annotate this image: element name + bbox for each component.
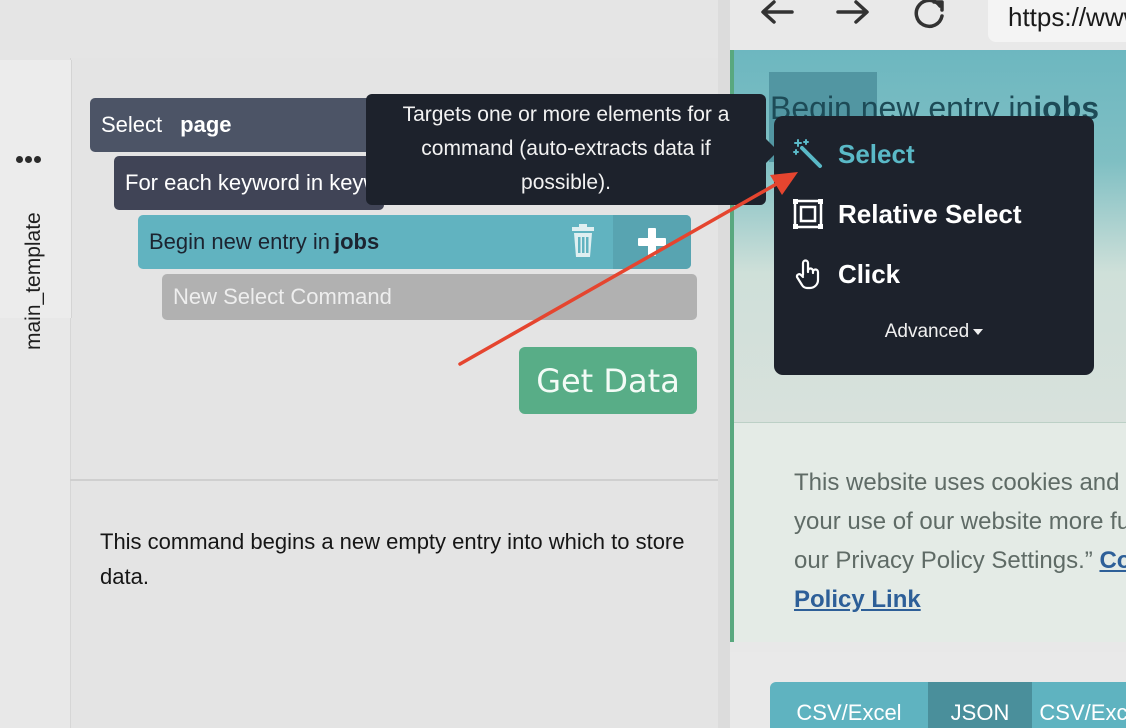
panel-divider: [70, 479, 718, 481]
pointer-hand-icon: [795, 259, 820, 290]
reload-icon[interactable]: [910, 0, 948, 30]
command-keyword: Select: [101, 112, 163, 137]
cookie-text: This website uses cookies and analyze yo…: [794, 463, 1126, 619]
more-options-icon[interactable]: [16, 152, 43, 163]
command-description: This command begins a new empty entry in…: [100, 529, 685, 589]
command-text: New Select Command: [173, 284, 392, 309]
left-panel-top: [0, 0, 722, 60]
dropdown-item-label: Relative Select: [838, 198, 1022, 229]
template-tab-label: main_template: [22, 212, 45, 350]
url-bar[interactable]: https://www: [988, 0, 1126, 42]
export-csv-button-2[interactable]: CSV/Excel: [1032, 682, 1126, 728]
trash-icon[interactable]: [568, 224, 598, 258]
dropdown-item-click[interactable]: Click: [792, 254, 900, 294]
forward-arrow-icon[interactable]: [834, 0, 872, 30]
command-target: page: [180, 112, 232, 137]
add-command-button[interactable]: [613, 215, 691, 269]
magic-wand-icon: [793, 139, 822, 168]
dropdown-item-relative-select[interactable]: Relative Select: [792, 194, 1022, 234]
command-select-page[interactable]: Select page: [90, 98, 380, 152]
dropdown-item-label: Click: [838, 258, 901, 289]
export-csv-button[interactable]: CSV/Excel: [770, 682, 928, 728]
back-arrow-icon[interactable]: [758, 0, 796, 30]
caret-down-icon: [973, 328, 984, 335]
command-tooltip: Targets one or more elements for a comma…: [366, 94, 778, 205]
dropdown-item-label: Select: [838, 138, 915, 169]
export-json-button[interactable]: JSON: [928, 682, 1032, 728]
get-data-button[interactable]: Get Data: [519, 347, 697, 414]
relative-select-icon: [793, 199, 823, 229]
command-target: jobs: [334, 229, 380, 254]
template-tab[interactable]: main_template: [0, 60, 72, 350]
dropdown-advanced-toggle[interactable]: Advanced: [774, 321, 1094, 343]
command-begin-new-entry[interactable]: Begin new entry in jobs: [138, 215, 691, 269]
command-type-dropdown: Select Relative Select Click Advanced: [774, 116, 1094, 375]
command-new-select[interactable]: New Select Command: [162, 274, 697, 320]
plus-icon: [638, 228, 666, 256]
command-text: Begin new entry in: [149, 229, 330, 254]
dropdown-item-select[interactable]: Select: [792, 134, 915, 174]
command-for-each[interactable]: For each keyword in keywords: [114, 156, 422, 210]
advanced-label: Advanced: [884, 321, 970, 342]
cookie-banner: This website uses cookies and analyze yo…: [730, 422, 1126, 642]
